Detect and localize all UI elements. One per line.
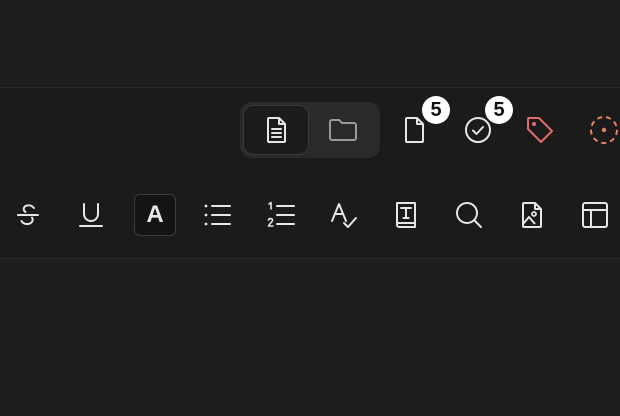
document-view-button[interactable] <box>243 105 309 155</box>
underline-icon <box>77 201 105 229</box>
strikethrough-icon <box>14 201 42 229</box>
spellcheck-button[interactable] <box>323 194 365 236</box>
document-lines-icon <box>262 115 290 145</box>
spellcheck-icon <box>329 200 359 230</box>
insert-text-block-button[interactable] <box>385 194 427 236</box>
title-bar <box>0 0 620 87</box>
underline-button[interactable] <box>70 194 112 236</box>
insert-table-button[interactable] <box>574 194 616 236</box>
book-text-icon <box>393 200 419 230</box>
search-icon <box>454 200 484 230</box>
app-window: 5 5 A <box>0 0 620 416</box>
folder-icon <box>327 116 359 144</box>
text-color-button[interactable]: A <box>134 194 176 236</box>
insert-image-button[interactable] <box>511 194 553 236</box>
bullet-list-icon <box>203 202 233 228</box>
view-switcher <box>240 102 380 158</box>
dashed-circle-icon <box>588 114 620 146</box>
strikethrough-button[interactable] <box>7 194 49 236</box>
page-icon <box>400 115 428 145</box>
bullet-list-button[interactable] <box>197 194 239 236</box>
tags-button[interactable] <box>518 108 562 152</box>
tag-icon <box>524 114 556 146</box>
tasks-count-badge: 5 <box>485 96 513 124</box>
image-file-icon <box>518 200 546 230</box>
numbered-list-button[interactable] <box>260 194 302 236</box>
table-icon <box>580 200 610 230</box>
draft-status-button[interactable] <box>582 108 620 152</box>
folder-view-button[interactable] <box>310 105 376 155</box>
search-button[interactable] <box>448 194 490 236</box>
text-color-label: A <box>146 201 164 228</box>
editor-area[interactable] <box>0 259 620 416</box>
pages-count-badge: 5 <box>422 96 450 124</box>
numbered-list-icon <box>266 201 296 229</box>
